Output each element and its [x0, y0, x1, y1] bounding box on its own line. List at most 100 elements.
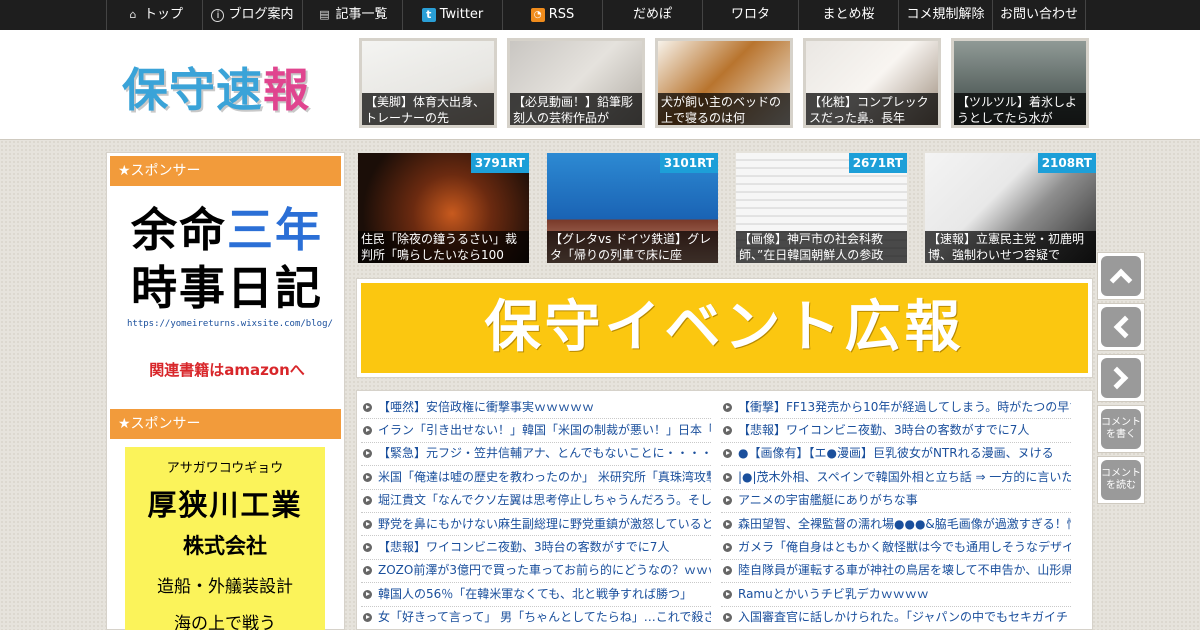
arrow-bullet-icon — [363, 449, 372, 459]
rt-ranking: 3791RT 住民「除夜の鐘うるさい」裁判所「鳴らしたいなら100 3101RT… — [358, 153, 1096, 263]
feed-item[interactable]: 入国審査官に話しかけられた。「ジャパンの中でもセキガイチ — [721, 607, 1071, 629]
event-banner[interactable]: 保守イベント広報 — [361, 283, 1088, 373]
read-comment-label: コメント を読む — [1101, 460, 1141, 500]
arrow-bullet-icon — [723, 543, 732, 553]
nav-twitter[interactable]: t Twitter — [402, 0, 502, 30]
ad-title-line2: 時事日記 — [131, 261, 323, 315]
list-icon: ▤ — [319, 8, 330, 21]
feed-item[interactable]: 米国「俺達は嘘の歴史を教わったのか」 米研究所「真珠湾攻撃 — [361, 466, 711, 490]
nav-warota[interactable]: ワロタ — [702, 0, 798, 30]
ranking-caption: 【速報】立憲民主党・初鹿明博、強制わいせつ容疑で — [925, 231, 1096, 263]
ad-company-name: 厚狭川工業 — [147, 488, 303, 522]
arrow-bullet-icon — [723, 426, 732, 436]
feed-item[interactable]: |●|茂木外相、スペインで韓国外相と立ち話 ⇒ 一方的に言いたい — [721, 466, 1071, 490]
ranking-article[interactable]: 3791RT 住民「除夜の鐘うるさい」裁判所「鳴らしたいなら100 — [358, 153, 529, 263]
feed-title: Ramuとかいうチビ乳デカｗｗｗｗ — [738, 586, 929, 601]
nav-matome-sakura[interactable]: まとめ桜 — [798, 0, 898, 30]
feed-item[interactable]: 堀江貴文「なんでクソ左翼は思考停止しちゃうんだろう。そし — [361, 490, 711, 513]
feed-title: 入国審査官に話しかけられた。「ジャパンの中でもセキガイチ — [738, 610, 1069, 625]
nav-comment-unblock[interactable]: コメ規制解除 — [898, 0, 992, 30]
next-article-button[interactable] — [1097, 354, 1145, 402]
feed-item[interactable]: 【悲報】ワイコンビニ夜勤、3時台の客数がすでに7人 — [721, 419, 1071, 443]
feed-title: 堀江貴文「なんでクソ左翼は思考停止しちゃうんだろう。そし — [378, 493, 711, 508]
feed-item[interactable]: ZOZO前澤が3億円で買った車ってお前ら的にどうなの？ｗｗｗ — [361, 560, 711, 584]
feed-item[interactable]: Ramuとかいうチビ乳デカｗｗｗｗ — [721, 583, 1071, 607]
arrow-bullet-icon — [363, 519, 372, 529]
pickup-article[interactable]: 【ツルツル】着氷しようとしてたら水が — [951, 38, 1089, 128]
feed-item[interactable]: 【衝撃】FF13発売から10年が経過してしまう。時がたつの早す — [721, 396, 1071, 420]
arrow-bullet-icon — [363, 496, 372, 506]
ranking-caption: 住民「除夜の鐘うるさい」裁判所「鳴らしたいなら100 — [358, 231, 529, 263]
ad-kana: アサガワコウギョウ — [166, 461, 284, 476]
sponsor-ad-yomei[interactable]: 余命三年 時事日記 https://yomeireturns.wixsite.c… — [127, 201, 333, 380]
arrow-bullet-icon — [363, 402, 372, 412]
ranking-article[interactable]: 2108RT 【速報】立憲民主党・初鹿明博、強制わいせつ容疑で — [925, 153, 1096, 263]
rt-count-badge: 3101RT — [659, 153, 718, 173]
feed-title: |●|茂木外相、スペインで韓国外相と立ち話 ⇒ 一方的に言いたい — [738, 469, 1071, 484]
prev-article-button[interactable] — [1097, 303, 1145, 351]
arrow-bullet-icon — [363, 589, 372, 599]
nav-label: だめぽ — [632, 7, 672, 22]
nav-contact[interactable]: お問い合わせ — [992, 0, 1086, 30]
global-nav: ⌂ トップ i ブログ案内 ▤ 記事一覧 t Twitter ◔ RSS だめぽ… — [106, 0, 1086, 30]
arrow-bullet-icon — [723, 449, 732, 459]
pickup-article[interactable]: 【美脚】体育大出身、トレーナーの先 — [359, 38, 497, 128]
feed-item[interactable]: 【緊急】元フジ・笠井信輔アナ、とんでもないことに・・・・ — [361, 443, 711, 467]
nav-top[interactable]: ⌂ トップ — [106, 0, 202, 30]
feed-item[interactable]: 女「好きって言って」 男「ちゃんとしてたらね」…これで殺さ — [361, 607, 711, 629]
nav-rss[interactable]: ◔ RSS — [502, 0, 602, 30]
ranking-article[interactable]: 2671RT 【画像】神戸市の社会科教師、”在日韓国朝鮮人の参政 — [736, 153, 907, 263]
feed-title: イラン「引き出せない！」韓国「米国の制裁が悪い！」日本「 — [378, 423, 711, 438]
site-logo[interactable]: 保守速報 — [122, 54, 310, 120]
feed-item[interactable]: イラン「引き出せない！」韓国「米国の制裁が悪い！」日本「 — [361, 419, 711, 443]
nav-blog-guide[interactable]: i ブログ案内 — [202, 0, 302, 30]
button-text: コメント — [1101, 468, 1141, 479]
ranking-article[interactable]: 3101RT 【グレタvs ドイツ鉄道】グレタ「帰りの列車で床に座 — [547, 153, 718, 263]
feed-item[interactable]: 野党を鼻にもかけない麻生副総理に野党重鎮が激怒しているとか — [361, 513, 711, 537]
ad-tagline: 海の上で戦う — [174, 614, 276, 630]
arrow-bullet-icon — [363, 613, 372, 623]
sidebar: ★スポンサー 余命三年 時事日記 https://yomeireturns.wi… — [106, 152, 345, 630]
pickup-article[interactable]: 【必見動画！】鉛筆彫刻人の芸術作品が — [507, 38, 645, 128]
feed-column-left: 【唖然】安倍政権に衝撃事実ｗｗｗｗｗ イラン「引き出せない！」韓国「米国の制裁が… — [361, 396, 711, 629]
feed-item[interactable]: 【唖然】安倍政権に衝撃事実ｗｗｗｗｗ — [361, 396, 711, 420]
button-text: コメント — [1101, 417, 1141, 428]
scroll-top-button[interactable] — [1097, 252, 1145, 300]
feed-item[interactable]: アニメの宇宙艦艇にありがちな事 — [721, 490, 1071, 513]
feed-item[interactable]: 森田望智、全裸監督の濡れ場●●●&脇毛画像が過激すぎる！情 — [721, 513, 1071, 537]
feed-item[interactable]: 陸自隊員が運転する車が神社の鳥居を壊して不申告か、山形県 — [721, 560, 1071, 584]
arrow-bullet-icon — [723, 589, 732, 599]
feed-title: 【悲報】ワイコンビニ夜勤、3時台の客数がすでに7人 — [378, 540, 670, 555]
feed-title: 【緊急】元フジ・笠井信輔アナ、とんでもないことに・・・・ — [378, 446, 711, 461]
feed-item[interactable]: 【悲報】ワイコンビニ夜勤、3時台の客数がすでに7人 — [361, 536, 711, 560]
feed-title: 野党を鼻にもかけない麻生副総理に野党重鎮が激怒しているとか — [378, 516, 711, 531]
pickup-article[interactable]: 犬が飼い主のベッドの上で寝るのは何 — [655, 38, 793, 128]
twitter-icon: t — [421, 8, 436, 22]
nav-damepo[interactable]: だめぽ — [602, 0, 702, 30]
nav-article-list[interactable]: ▤ 記事一覧 — [302, 0, 402, 30]
amazon-link[interactable]: 関連書籍はamazonへ — [127, 359, 327, 380]
ad-url: https://yomeireturns.wixsite.com/blog/ — [127, 319, 333, 329]
write-comment-button[interactable]: コメント を書く — [1097, 405, 1145, 453]
pickup-caption: 【必見動画！】鉛筆彫刻人の芸術作品が — [510, 93, 642, 125]
ad-title-line1: 余命三年 — [127, 201, 327, 259]
sponsor-heading: ★スポンサー — [110, 409, 341, 439]
logo-char: 守 — [169, 63, 216, 117]
nav-label: ブログ案内 — [228, 7, 294, 22]
feed-title: ガメラ「俺自身はともかく敵怪獣は今でも通用しそうなデザイ — [738, 540, 1071, 555]
read-comment-button[interactable]: コメント を読む — [1097, 456, 1145, 504]
feed-item[interactable]: 韓国人の56％「在韓米軍なくても、北と戦争すれば勝つ」 — [361, 583, 711, 607]
feed-item[interactable]: ガメラ「俺自身はともかく敵怪獣は今でも通用しそうなデザイ — [721, 536, 1071, 560]
arrow-bullet-icon — [723, 472, 732, 482]
arrow-bullet-icon — [363, 543, 372, 553]
top-nav-bar: ⌂ トップ i ブログ案内 ▤ 記事一覧 t Twitter ◔ RSS だめぽ… — [0, 0, 1200, 30]
feed-item[interactable]: ●【画像有】【エ●漫画】巨乳彼女がNTRれる漫画、ヌける — [721, 443, 1071, 467]
feed-title: ●【画像有】【エ●漫画】巨乳彼女がNTRれる漫画、ヌける — [738, 446, 1054, 461]
ranking-caption: 【画像】神戸市の社会科教師、”在日韓国朝鮮人の参政 — [736, 231, 907, 263]
pickup-article[interactable]: 【化粧】コンプレックスだった鼻。長年 — [803, 38, 941, 128]
sponsor-ad-asagawa[interactable]: アサガワコウギョウ 厚狭川工業 株式会社 造船・外艤装設計 海の上で戦う — [125, 447, 325, 630]
nav-label: Twitter — [439, 7, 484, 22]
pickup-caption: 【ツルツル】着氷しようとしてたら水が — [954, 93, 1086, 125]
ad-description: 造船・外艤装設計 — [157, 577, 293, 597]
chevron-left-icon — [1101, 307, 1141, 347]
